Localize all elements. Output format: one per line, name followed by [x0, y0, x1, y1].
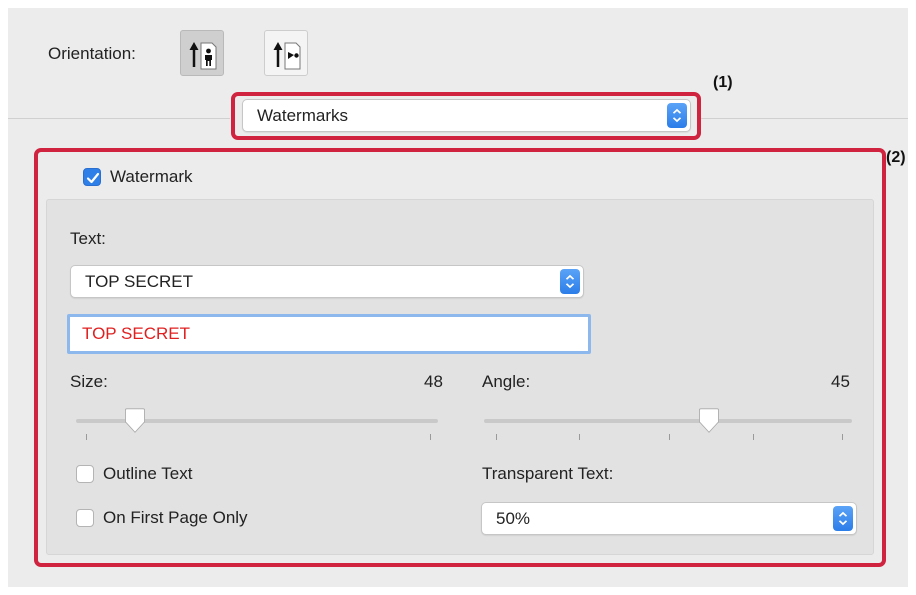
first-page-only-label: On First Page Only: [103, 508, 248, 527]
angle-label: Angle:: [482, 372, 531, 391]
angle-slider-tick: [842, 434, 843, 440]
transparent-text-label: Transparent Text:: [482, 464, 614, 483]
angle-slider-tick: [753, 434, 754, 440]
angle-slider-thumb[interactable]: [696, 408, 722, 434]
portrait-person-icon: [189, 42, 217, 70]
chevron-up-down-icon: [565, 274, 575, 289]
orientation-label: Orientation:: [48, 44, 136, 63]
size-slider-tick: [86, 434, 87, 440]
text-select-stepper: [560, 269, 580, 294]
orientation-landscape-button[interactable]: [264, 30, 308, 76]
size-label: Size:: [70, 372, 108, 391]
callout-2: (2): [886, 149, 906, 166]
checkmark-icon: [86, 172, 100, 184]
transparent-text-select-value: 50%: [496, 508, 531, 528]
panel-select-value: Watermarks: [257, 105, 348, 125]
text-select[interactable]: TOP SECRET: [70, 265, 584, 298]
angle-slider-tick: [496, 434, 497, 440]
outline-text-label: Outline Text: [103, 464, 193, 483]
watermark-checkbox-label: Watermark: [110, 167, 193, 186]
angle-slider-tick: [579, 434, 580, 440]
panel-select[interactable]: Watermarks: [242, 99, 691, 132]
landscape-person-icon: [273, 42, 301, 70]
angle-slider-tick: [669, 434, 670, 440]
transparent-text-select-stepper: [833, 506, 853, 531]
watermark-text-field[interactable]: TOP SECRET: [67, 314, 591, 354]
callout-1: (1): [713, 74, 733, 91]
watermark-text-field-value: TOP SECRET: [82, 324, 191, 343]
size-slider-tick: [430, 434, 431, 440]
text-label: Text:: [70, 229, 106, 248]
transparent-text-select[interactable]: 50%: [481, 502, 857, 535]
size-slider[interactable]: [72, 408, 442, 448]
panel-select-stepper: [667, 103, 687, 128]
outline-text-checkbox[interactable]: [76, 465, 94, 483]
first-page-only-checkbox[interactable]: [76, 509, 94, 527]
separator-line-left: [8, 118, 230, 119]
angle-value: 45: [831, 372, 850, 391]
angle-slider-track: [484, 419, 852, 423]
angle-slider[interactable]: [482, 408, 854, 448]
chevron-up-down-icon: [672, 108, 682, 123]
text-select-value: TOP SECRET: [85, 271, 194, 291]
separator-line-right: [700, 118, 908, 119]
watermark-checkbox[interactable]: [83, 168, 101, 186]
size-slider-thumb[interactable]: [122, 408, 148, 434]
orientation-portrait-button[interactable]: [180, 30, 224, 76]
chevron-up-down-icon: [838, 511, 848, 526]
size-value: 48: [424, 372, 443, 391]
